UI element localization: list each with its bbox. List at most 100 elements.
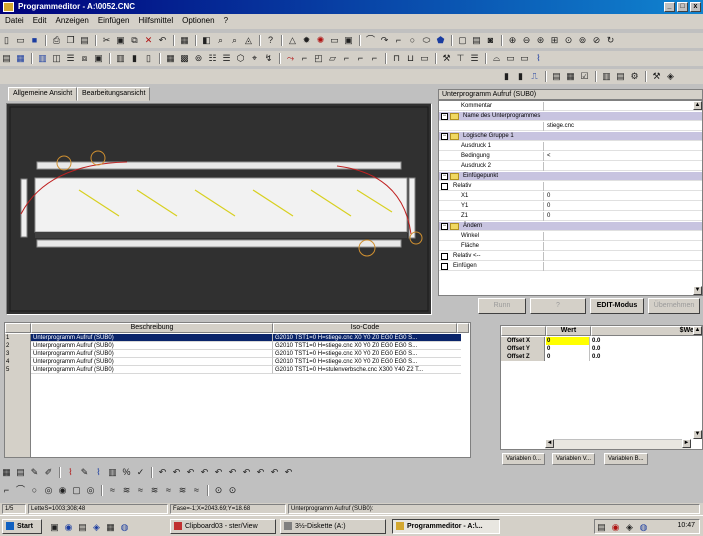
triangle-icon[interactable]: △ xyxy=(287,35,298,46)
minimize-button[interactable]: _ xyxy=(664,2,675,12)
bt-wave3-icon[interactable]: ≈ xyxy=(135,485,146,496)
zoom-all-icon[interactable]: ⊛ xyxy=(535,35,546,46)
bt-wave5-icon[interactable]: ≈ xyxy=(163,485,174,496)
paste2-icon[interactable]: ▣ xyxy=(115,35,126,46)
check-icon[interactable]: ☑ xyxy=(579,71,590,82)
table-row[interactable]: 4 Unterprogramm Aufruf (SUB0) G2010 TST1=0… xyxy=(5,358,465,366)
shape2-icon[interactable]: ⊔ xyxy=(405,53,416,64)
close-button[interactable]: x xyxy=(690,2,701,12)
loop-icon[interactable]: ⎍ xyxy=(529,71,540,82)
find-next-icon[interactable]: ⌕ xyxy=(229,35,240,46)
tray-sec-icon[interactable]: ◉ xyxy=(610,522,621,533)
tab-general-view[interactable]: Allgemeine Ansicht xyxy=(8,87,78,101)
copy-icon[interactable]: ❐ xyxy=(65,35,76,46)
bt-mill3-icon[interactable]: ↶ xyxy=(185,467,196,478)
align-icon[interactable]: ☰ xyxy=(65,53,76,64)
view-icon[interactable]: ◧ xyxy=(201,35,212,46)
ellipse-icon[interactable]: ⬭ xyxy=(421,35,432,46)
bt-mill2-icon[interactable]: ↶ xyxy=(171,467,182,478)
settings-icon[interactable]: ⚒ xyxy=(651,71,662,82)
delete-icon[interactable]: ✕ xyxy=(143,35,154,46)
new-icon[interactable]: ▯ xyxy=(1,35,12,46)
prop-row[interactable]: Fläche xyxy=(439,242,702,251)
bt-check-icon[interactable]: ✓ xyxy=(135,467,146,478)
bt-grid-icon[interactable]: ▦ xyxy=(1,467,12,478)
offset-scroll-up-button[interactable]: ▲ xyxy=(693,326,702,335)
replace-icon[interactable]: ◬ xyxy=(243,35,254,46)
bt-circle-icon[interactable]: ○ xyxy=(29,485,40,496)
task-clipboard[interactable]: Clipboard03 - ster/View xyxy=(170,519,276,534)
runn-button[interactable]: Runn xyxy=(478,298,526,314)
prop-row[interactable]: Kommentar xyxy=(439,102,702,111)
zoom-fit-icon[interactable]: ⊚ xyxy=(577,35,588,46)
einfuegen-checkbox[interactable] xyxy=(441,263,448,270)
bt-arc-icon[interactable]: ⌒ xyxy=(15,485,26,496)
menu-help[interactable]: ? xyxy=(219,14,232,25)
prop-group[interactable]: − Einfügepunkt xyxy=(439,172,702,181)
offset-x-value[interactable]: 0 xyxy=(546,337,590,345)
gear-icon[interactable]: ✹ xyxy=(301,35,312,46)
bt-mill5-icon[interactable]: ↶ xyxy=(213,467,224,478)
scroll-up-button[interactable]: ▲ xyxy=(693,101,702,110)
ql-chat-icon[interactable]: ◍ xyxy=(119,522,130,533)
insert-icon[interactable]: ▦ xyxy=(15,53,26,64)
paste-icon[interactable]: ▤ xyxy=(79,35,90,46)
bt-wave-icon[interactable]: ≈ xyxy=(107,485,118,496)
tool-icon[interactable]: ⚒ xyxy=(441,53,452,64)
menu-optionen[interactable]: Optionen xyxy=(177,14,218,25)
offset-z-value[interactable]: 0 xyxy=(546,353,590,361)
prop-row[interactable]: Einfügen xyxy=(439,262,702,271)
bt-circle3-icon[interactable]: ◉ xyxy=(57,485,68,496)
menu-anzeigen[interactable]: Anzeigen xyxy=(50,14,92,25)
task-programmeditor[interactable]: Programmeditor - A:\... xyxy=(392,519,500,534)
contour4-icon[interactable]: ▱ xyxy=(327,53,338,64)
sub-icon[interactable]: ▮ xyxy=(515,71,526,82)
undo-icon[interactable]: ↶ xyxy=(157,35,168,46)
bt-mill7-icon[interactable]: ↶ xyxy=(241,467,252,478)
photo-icon[interactable]: ▣ xyxy=(343,35,354,46)
maximize-button[interactable]: □ xyxy=(677,2,688,12)
prop-row[interactable]: Bedingung < xyxy=(439,152,702,161)
table-icon[interactable]: ▤ xyxy=(1,53,12,64)
open-icon[interactable]: ▭ xyxy=(15,35,26,46)
var-icon[interactable]: ▤ xyxy=(551,71,562,82)
tool2-icon[interactable]: ⊤ xyxy=(455,53,466,64)
bt-drill3-icon[interactable]: ⌇ xyxy=(93,467,104,478)
col-description-header[interactable]: Beschreibung xyxy=(31,323,273,333)
ql-explorer-icon[interactable]: ▤ xyxy=(77,522,88,533)
zoom-in-icon[interactable]: ⊕ xyxy=(507,35,518,46)
rect-icon[interactable]: ▭ xyxy=(329,35,340,46)
bt-pen-icon[interactable]: ✎ xyxy=(29,467,40,478)
offset-scroll-down-button[interactable]: ▼ xyxy=(693,430,702,439)
bt-ring2-icon[interactable]: ⊙ xyxy=(227,485,238,496)
bt-mill6-icon[interactable]: ↶ xyxy=(227,467,238,478)
drill3-icon[interactable]: ▭ xyxy=(519,53,530,64)
circle-icon[interactable]: ○ xyxy=(407,35,418,46)
prop-row[interactable]: Y1 0 xyxy=(439,202,702,211)
redraw-icon[interactable]: ⊘ xyxy=(591,35,602,46)
tray-vol-icon[interactable]: ◈ xyxy=(624,522,635,533)
zoom-prev-icon[interactable]: ⊙ xyxy=(563,35,574,46)
tray-app-icon[interactable]: ◍ xyxy=(638,522,649,533)
menu-hilfsmittel[interactable]: Hilfsmittel xyxy=(133,14,177,25)
grid-icon[interactable]: ▦ xyxy=(179,35,190,46)
tab-variables-v[interactable]: Variablen V... xyxy=(552,453,596,465)
prop-row[interactable]: Relativ <-- xyxy=(439,252,702,261)
relativ-checkbox[interactable] xyxy=(441,183,448,190)
run2-icon[interactable]: ▤ xyxy=(615,71,626,82)
fill-icon[interactable]: ⬟ xyxy=(435,35,446,46)
table-row[interactable]: 1 Unterprogramm Aufruf (SUB0) G2010 TST1=0… xyxy=(5,334,465,342)
wert-header[interactable]: Wert xyxy=(546,326,591,336)
graphic-viewport[interactable] xyxy=(6,103,432,315)
bt-grid2-icon[interactable]: ▤ xyxy=(15,467,26,478)
run-icon[interactable]: ▥ xyxy=(601,71,612,82)
bt-wave7-icon[interactable]: ≈ xyxy=(191,485,202,496)
menu-edit[interactable]: Edit xyxy=(28,14,51,25)
tab-machining-view[interactable]: Bearbeitungsansicht xyxy=(77,87,151,101)
dim2-icon[interactable]: ☰ xyxy=(221,53,232,64)
prop-row[interactable]: Winkel xyxy=(439,232,702,241)
column-icon[interactable]: ▥ xyxy=(37,53,48,64)
menu-einfuegen[interactable]: Einfügen xyxy=(93,14,134,25)
offset-row[interactable]: Offset X 0 0.0 xyxy=(501,337,701,345)
var2-icon[interactable]: ▦ xyxy=(565,71,576,82)
